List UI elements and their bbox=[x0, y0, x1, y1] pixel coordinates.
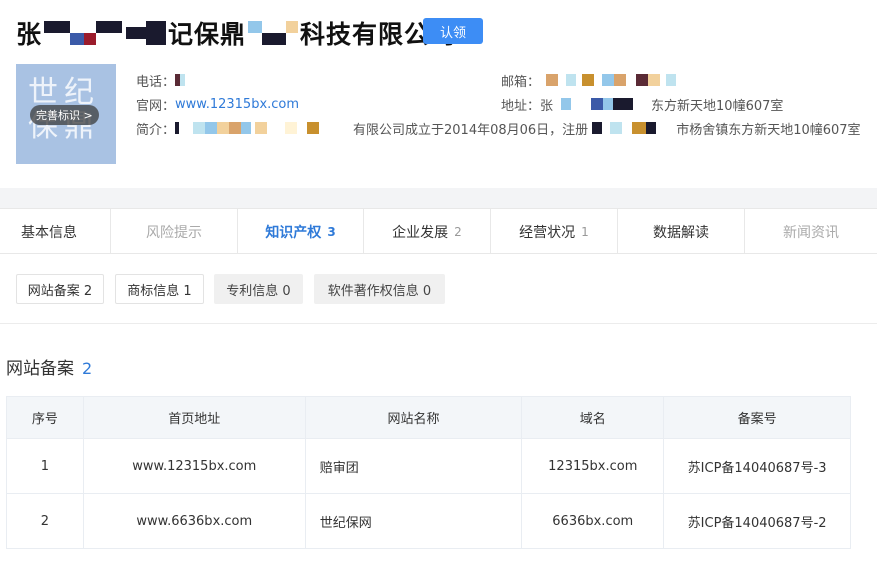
tab-count: 1 bbox=[581, 224, 589, 239]
phone-label: 电话： bbox=[136, 74, 176, 90]
cell-index: 2 bbox=[6, 493, 84, 549]
tab-news[interactable]: 新闻资讯 bbox=[745, 209, 877, 254]
column-header-domain: 域名 bbox=[521, 396, 665, 439]
address-row: 地址： 张 东方新天地10幢607室 bbox=[501, 94, 783, 114]
table-row: 2 www.6636bx.com 世纪保网 6636bx.com 苏ICP备14… bbox=[6, 493, 851, 549]
website-row: 官网： www.12315bx.com bbox=[136, 94, 299, 114]
subtab-patent-info[interactable]: 专利信息 0 bbox=[214, 274, 303, 304]
phone-row: 电话： bbox=[136, 70, 186, 90]
tab-label: 知识产权 bbox=[265, 224, 322, 241]
section-title-text: 网站备案 bbox=[6, 359, 74, 379]
intro-row: 简介： 有限公司成立于2014年08月06日，注册 市杨舍镇东方新天地10幢60… bbox=[136, 118, 861, 138]
company-logo: 世纪保鼎 完善标识 > bbox=[16, 64, 116, 164]
main-tabs: 基本信息 风险提示 知识产权 3 企业发展 2 经营状况 1 数据解读 新闻资讯 bbox=[0, 208, 877, 254]
column-header-homepage: 首页地址 bbox=[82, 396, 306, 439]
cell-index: 1 bbox=[6, 438, 84, 494]
tab-intellectual-property[interactable]: 知识产权 3 bbox=[238, 209, 364, 254]
company-name: 张 记保鼎 科技有限公司 bbox=[16, 14, 456, 52]
claim-button[interactable]: 认领 bbox=[423, 18, 483, 44]
table-header-row: 序号 首页地址 网站名称 域名 备案号 bbox=[6, 396, 851, 439]
intro-label: 简介： bbox=[136, 122, 176, 138]
tab-operating-status[interactable]: 经营状况 1 bbox=[491, 209, 618, 254]
address-part-2: 东方新天地10幢607室 bbox=[651, 98, 784, 114]
cell-homepage: www.12315bx.com bbox=[82, 438, 306, 494]
tab-label: 新闻资讯 bbox=[783, 224, 839, 241]
email-row: 邮箱： bbox=[501, 70, 690, 90]
redacted-intro-2 bbox=[592, 122, 672, 134]
website-filing-table: 序号 首页地址 网站名称 域名 备案号 1 www.12315bx.com 赔审… bbox=[6, 396, 851, 549]
address-part-1: 张 bbox=[540, 98, 554, 114]
redacted-name-block-2 bbox=[126, 21, 167, 45]
redacted-intro-1 bbox=[175, 122, 345, 134]
website-link[interactable]: www.12315bx.com bbox=[175, 97, 299, 112]
redacted-phone bbox=[175, 74, 186, 86]
tab-label: 经营状况 bbox=[519, 224, 576, 241]
cell-filing-number: 苏ICP备14040687号-3 bbox=[663, 438, 851, 494]
subtab-website-filing[interactable]: 网站备案 2 bbox=[16, 274, 104, 304]
tab-label: 风险提示 bbox=[146, 224, 202, 241]
redacted-name-block-3 bbox=[248, 21, 299, 45]
tab-label: 企业发展 bbox=[392, 224, 449, 241]
column-header-filing-number: 备案号 bbox=[663, 396, 851, 439]
tab-count: 2 bbox=[454, 224, 462, 239]
subtab-trademark-info[interactable]: 商标信息 1 bbox=[115, 274, 204, 304]
redacted-email bbox=[540, 74, 690, 86]
tab-label: 基本信息 bbox=[21, 224, 77, 241]
tab-count: 3 bbox=[327, 224, 336, 239]
redacted-name-block-1 bbox=[44, 21, 123, 45]
company-name-part-2: 记保鼎 bbox=[168, 20, 247, 49]
redacted-address bbox=[557, 98, 647, 110]
tab-risk-alerts[interactable]: 风险提示 bbox=[111, 209, 238, 254]
cell-filing-number: 苏ICP备14040687号-2 bbox=[663, 493, 851, 549]
section-count: 2 bbox=[82, 359, 93, 378]
tab-data-interpretation[interactable]: 数据解读 bbox=[618, 209, 745, 254]
table-row: 1 www.12315bx.com 赔审团 12315bx.com 苏ICP备1… bbox=[6, 438, 851, 494]
email-label: 邮箱： bbox=[501, 74, 541, 90]
company-header: 张 记保鼎 科技有限公司 认领 世纪保鼎 完善标识 > 电话： 邮箱： 官网： … bbox=[0, 0, 877, 188]
address-label: 地址： bbox=[501, 98, 541, 114]
intro-part-1: 有限公司成立于2014年08月06日，注册 bbox=[353, 122, 589, 138]
complete-logo-badge[interactable]: 完善标识 > bbox=[30, 105, 99, 125]
cell-homepage: www.6636bx.com bbox=[82, 493, 306, 549]
website-label: 官网： bbox=[136, 98, 176, 114]
cell-domain: 6636bx.com bbox=[521, 493, 665, 549]
sub-tabs: 网站备案 2 商标信息 1 专利信息 0 软件著作权信息 0 bbox=[0, 254, 877, 324]
cell-domain: 12315bx.com bbox=[521, 438, 665, 494]
column-header-site-name: 网站名称 bbox=[304, 396, 523, 439]
cell-site-name: 世纪保网 bbox=[304, 493, 523, 549]
section-title: 网站备案 2 bbox=[6, 354, 92, 379]
tab-enterprise-development[interactable]: 企业发展 2 bbox=[364, 209, 491, 254]
intro-part-2: 市杨舍镇东方新天地10幢607室 bbox=[676, 122, 861, 138]
section-divider bbox=[0, 188, 877, 208]
cell-site-name: 赔审团 bbox=[304, 438, 523, 494]
tab-basic-info[interactable]: 基本信息 bbox=[0, 209, 111, 254]
tab-label: 数据解读 bbox=[653, 224, 709, 241]
column-header-index: 序号 bbox=[6, 396, 84, 439]
company-name-part-1: 张 bbox=[16, 20, 43, 49]
subtab-software-copyright[interactable]: 软件著作权信息 0 bbox=[314, 274, 445, 304]
